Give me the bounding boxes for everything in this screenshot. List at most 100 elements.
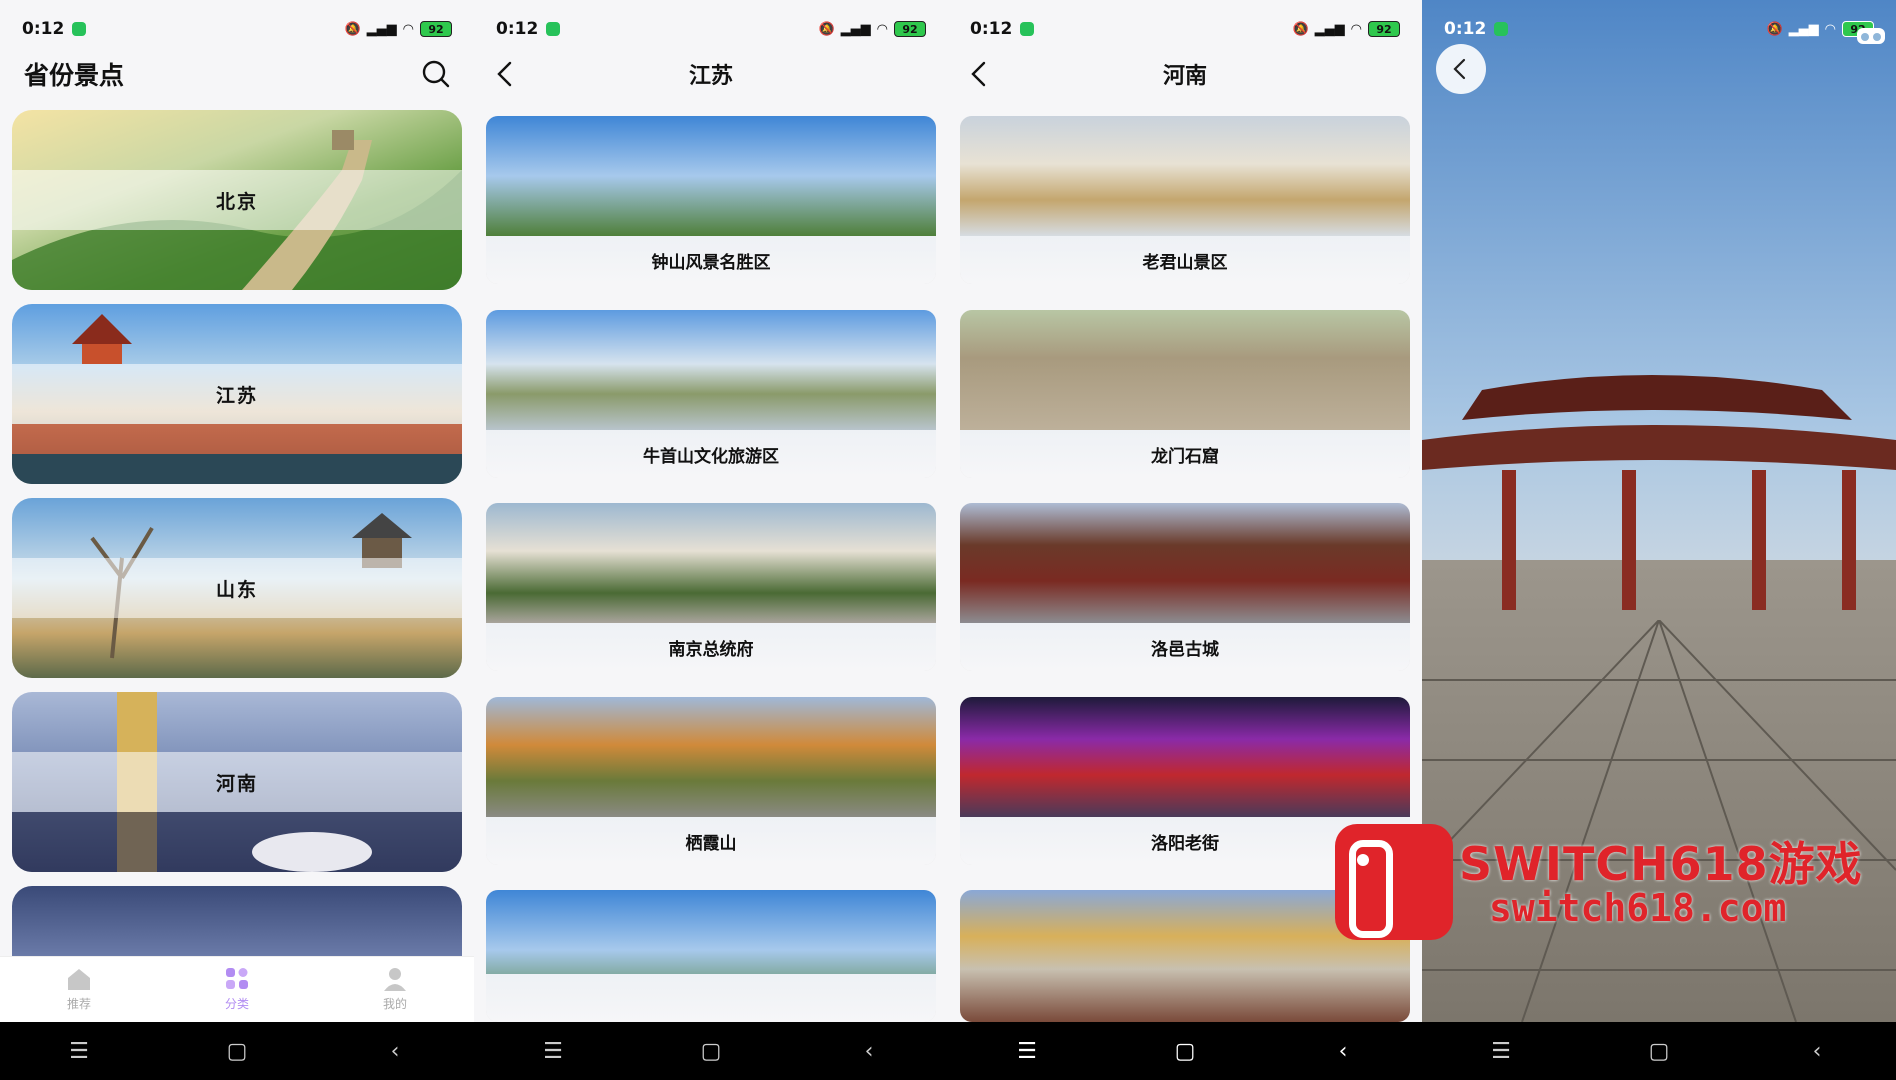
spot-card[interactable]: 牛首山文化旅游区 bbox=[486, 310, 936, 478]
spot-card[interactable]: 栖霞山 bbox=[486, 697, 936, 865]
status-icons: 🔕 ▂▄▆ ◠ 92 bbox=[344, 21, 452, 37]
spot-image bbox=[486, 697, 936, 817]
screen-provinces: 0:12 🔕 ▂▄▆ ◠ 92 省份景点 北京 江苏 山东 河南 推荐 分类 我… bbox=[0, 0, 474, 1080]
spot-card[interactable]: 钟山风景名胜区 bbox=[486, 116, 936, 284]
pavilion-gate-image bbox=[1422, 375, 1896, 610]
page-header: 江苏 bbox=[474, 48, 948, 100]
status-time: 0:12 bbox=[496, 19, 539, 39]
wifi-icon: ◠ bbox=[402, 21, 414, 37]
spot-name: 钟山风景名胜区 bbox=[486, 236, 936, 284]
status-time: 0:12 bbox=[22, 19, 65, 39]
province-name: 河南 bbox=[215, 772, 258, 795]
back-nav-icon[interactable]: ‹ bbox=[1323, 1039, 1363, 1064]
spot-card[interactable]: 南京总统府 bbox=[486, 503, 936, 671]
wifi-icon: ◠ bbox=[876, 21, 888, 37]
province-name: 江苏 bbox=[215, 384, 258, 407]
spot-image bbox=[960, 310, 1410, 430]
home-nav-icon[interactable]: ▢ bbox=[1165, 1039, 1205, 1064]
spot-name: 南京总统府 bbox=[486, 623, 936, 671]
spot-name: 牛首山文化旅游区 bbox=[486, 430, 936, 478]
tab-category[interactable]: 分类 bbox=[158, 957, 316, 1022]
spot-card[interactable] bbox=[486, 890, 936, 1022]
back-arrow-icon[interactable] bbox=[490, 58, 522, 90]
province-card-beijing[interactable]: 北京 bbox=[12, 110, 462, 290]
spot-image bbox=[486, 116, 936, 236]
status-time: 0:12 bbox=[1444, 19, 1487, 39]
menu-nav-icon[interactable]: ☰ bbox=[59, 1039, 99, 1064]
spot-name: 老君山景区 bbox=[960, 236, 1410, 284]
status-icons: 🔕 ▂▄▆ ◠ 92 bbox=[818, 21, 926, 37]
home-icon bbox=[68, 969, 90, 990]
wifi-icon: ◠ bbox=[1350, 21, 1362, 37]
province-card-partial[interactable] bbox=[12, 886, 462, 956]
mute-icon: 🔕 bbox=[1766, 21, 1783, 37]
tab-recommend[interactable]: 推荐 bbox=[0, 957, 158, 1022]
app-notification-icon bbox=[72, 22, 87, 36]
tab-label: 分类 bbox=[224, 997, 249, 1011]
province-card-henan[interactable]: 河南 bbox=[12, 692, 462, 872]
switch-logo-icon bbox=[1335, 824, 1453, 940]
card-label-band: 江苏 bbox=[12, 364, 462, 424]
system-nav-bar: ☰ ▢ ‹ bbox=[1422, 1022, 1896, 1080]
home-nav-icon[interactable]: ▢ bbox=[691, 1039, 731, 1064]
home-nav-icon[interactable]: ▢ bbox=[217, 1039, 257, 1064]
back-nav-icon[interactable]: ‹ bbox=[849, 1039, 889, 1064]
spot-card[interactable]: 老君山景区 bbox=[960, 116, 1410, 284]
spot-name bbox=[486, 974, 936, 1022]
page-title: 省份景点 bbox=[24, 61, 125, 90]
app-notification-icon bbox=[1494, 22, 1509, 36]
panorama-back-button[interactable] bbox=[1436, 44, 1486, 94]
spot-card[interactable]: 洛邑古城 bbox=[960, 503, 1410, 671]
back-nav-icon[interactable]: ‹ bbox=[375, 1039, 415, 1064]
system-nav-bar: ☰ ▢ ‹ bbox=[0, 1022, 474, 1080]
spot-name: 洛邑古城 bbox=[960, 623, 1410, 671]
province-card-jiangsu[interactable]: 江苏 bbox=[12, 304, 462, 484]
search-icon[interactable] bbox=[420, 58, 452, 90]
system-nav-bar: ☰ ▢ ‹ bbox=[948, 1022, 1422, 1080]
system-nav-bar: ☰ ▢ ‹ bbox=[474, 1022, 948, 1080]
menu-nav-icon[interactable]: ☰ bbox=[533, 1039, 573, 1064]
mute-icon: 🔕 bbox=[1292, 21, 1309, 37]
spot-image bbox=[486, 310, 936, 430]
spot-name: 龙门石窟 bbox=[960, 430, 1410, 478]
status-time: 0:12 bbox=[970, 19, 1013, 39]
card-label-band: 河南 bbox=[12, 752, 462, 812]
bottom-tab-bar: 推荐 分类 我的 bbox=[0, 956, 474, 1022]
tab-label: 推荐 bbox=[66, 997, 91, 1011]
vr-glasses-icon[interactable] bbox=[1856, 26, 1886, 46]
signal-icon: ▂▄▆ bbox=[840, 21, 871, 37]
page-title: 河南 bbox=[1162, 64, 1207, 89]
spot-image bbox=[960, 503, 1410, 623]
category-icon bbox=[226, 968, 248, 989]
spot-name: 栖霞山 bbox=[486, 817, 936, 865]
screen-jiangsu: 0:12 🔕 ▂▄▆ ◠ 92 江苏 钟山风景名胜区 牛首山文化旅游区 南京总统… bbox=[474, 0, 948, 1080]
status-icons: 🔕 ▂▄▆ ◠ 92 bbox=[1292, 21, 1400, 37]
watermark: SWITCH618游戏 switch618.com bbox=[1335, 820, 1875, 940]
back-nav-icon[interactable]: ‹ bbox=[1797, 1039, 1837, 1064]
province-name: 北京 bbox=[215, 190, 258, 213]
menu-nav-icon[interactable]: ☰ bbox=[1007, 1039, 1047, 1064]
page-header: 省份景点 bbox=[0, 48, 474, 100]
status-bar: 0:12 🔕 ▂▄▆ ◠ 92 bbox=[1422, 0, 1896, 58]
tab-label: 我的 bbox=[382, 997, 407, 1011]
watermark-url: switch618.com bbox=[1489, 886, 1787, 930]
mute-icon: 🔕 bbox=[344, 21, 361, 37]
spot-card[interactable]: 龙门石窟 bbox=[960, 310, 1410, 478]
user-icon bbox=[384, 968, 406, 991]
tab-mine[interactable]: 我的 bbox=[316, 957, 474, 1022]
back-arrow-icon[interactable] bbox=[964, 58, 996, 90]
province-name: 山东 bbox=[215, 578, 258, 601]
signal-icon: ▂▄▆ bbox=[1788, 21, 1819, 37]
spot-image bbox=[486, 503, 936, 623]
province-card-shandong[interactable]: 山东 bbox=[12, 498, 462, 678]
mute-icon: 🔕 bbox=[818, 21, 835, 37]
menu-nav-icon[interactable]: ☰ bbox=[1481, 1039, 1521, 1064]
home-nav-icon[interactable]: ▢ bbox=[1639, 1039, 1679, 1064]
battery-icon: 92 bbox=[420, 21, 452, 37]
app-notification-icon bbox=[546, 22, 561, 36]
page-header: 河南 bbox=[948, 48, 1422, 100]
signal-icon: ▂▄▆ bbox=[366, 21, 397, 37]
app-notification-icon bbox=[1020, 22, 1035, 36]
wifi-icon: ◠ bbox=[1824, 21, 1836, 37]
spot-image bbox=[960, 697, 1410, 817]
